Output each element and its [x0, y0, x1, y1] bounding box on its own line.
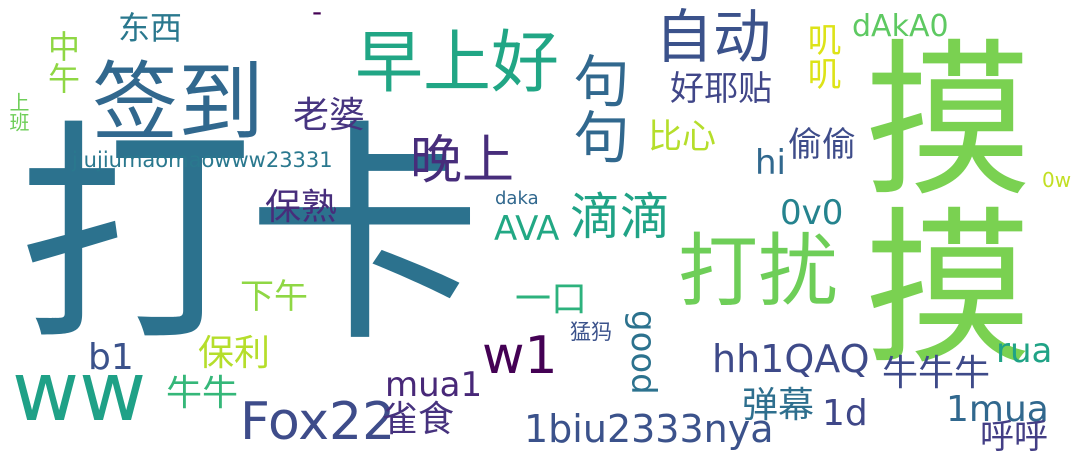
word-queshi: 雀食: [382, 399, 455, 440]
word-zhongwu: 中午: [43, 30, 81, 94]
word-wanshang: 晚上: [410, 131, 515, 191]
word-laopo: 老婆: [293, 95, 366, 136]
word-toutou: 偷偷: [788, 125, 856, 165]
word-shangban: 上班: [6, 92, 30, 132]
word-mengma: 猛犸: [570, 320, 612, 344]
word-fox22: Fox22: [240, 392, 396, 452]
word-rua: rua: [996, 331, 1053, 371]
word-b1: b1: [88, 337, 134, 378]
word-zaoshanghao: 早上好: [355, 24, 560, 103]
word-huhu: 呼呼: [980, 417, 1048, 457]
word-baoshu: 保熟: [265, 187, 338, 228]
word-bixin: 比心: [648, 117, 716, 157]
word-haoyetie: 好耶贴: [670, 69, 772, 109]
word-daka0: dAkA0: [852, 9, 949, 44]
word-cloud: 打卡 摸摸 签到 早上好 自动 打扰 晚上 滴滴 句句 ww Fox22 w1 …: [0, 0, 1080, 463]
word-xiawu: 下午: [240, 277, 308, 317]
word-yikou: 一口: [515, 279, 588, 320]
word-mua1: mua1: [385, 365, 483, 405]
word-momo: 摸摸: [836, 32, 1032, 368]
word-dongxi: 东西: [118, 9, 183, 47]
word-w1: w1: [482, 326, 558, 386]
word-darao: 打扰: [678, 225, 838, 318]
word-zidong: 自动: [655, 3, 772, 71]
word-hh1qaq: hh1QAQ: [712, 337, 870, 381]
word-ava: AVA: [494, 209, 560, 249]
word-daka-en: daka: [495, 188, 539, 209]
word-1d: 1d: [822, 393, 868, 434]
word-baoli: 保利: [198, 333, 271, 374]
word-0w: 0w: [1042, 168, 1072, 192]
word-jiujiumaomao: jiujiumaomaowww23331: [72, 148, 333, 172]
word-1biu2333nya: 1biu2333nya: [524, 407, 774, 451]
word-niuniuniu: 牛牛牛: [882, 353, 991, 394]
word-good: good: [623, 310, 663, 395]
word-jujuj: 句句: [564, 52, 629, 164]
word-niuniu: 牛牛: [166, 373, 239, 414]
word-qiandao: 签到: [92, 53, 264, 153]
word-danmu: 弹幕: [742, 385, 815, 426]
word-hi: hi: [755, 143, 786, 183]
word-jiji: 叽叽: [801, 22, 841, 90]
word-didi: 滴滴: [570, 188, 670, 246]
word-dash: -: [312, 0, 323, 28]
word-0v0: 0v0: [780, 193, 844, 233]
